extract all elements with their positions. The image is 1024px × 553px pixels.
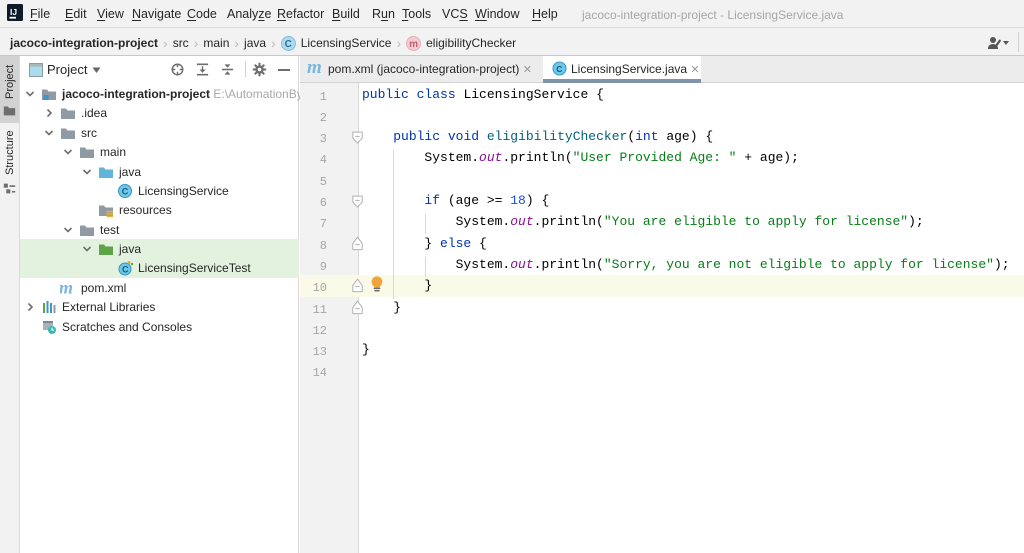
svg-text:C: C (122, 265, 129, 275)
svg-text:IJ: IJ (10, 7, 17, 17)
svg-text:m: m (307, 60, 322, 76)
svg-text:C: C (122, 186, 129, 196)
svg-text:C: C (556, 64, 562, 74)
svg-text:m: m (60, 280, 73, 296)
